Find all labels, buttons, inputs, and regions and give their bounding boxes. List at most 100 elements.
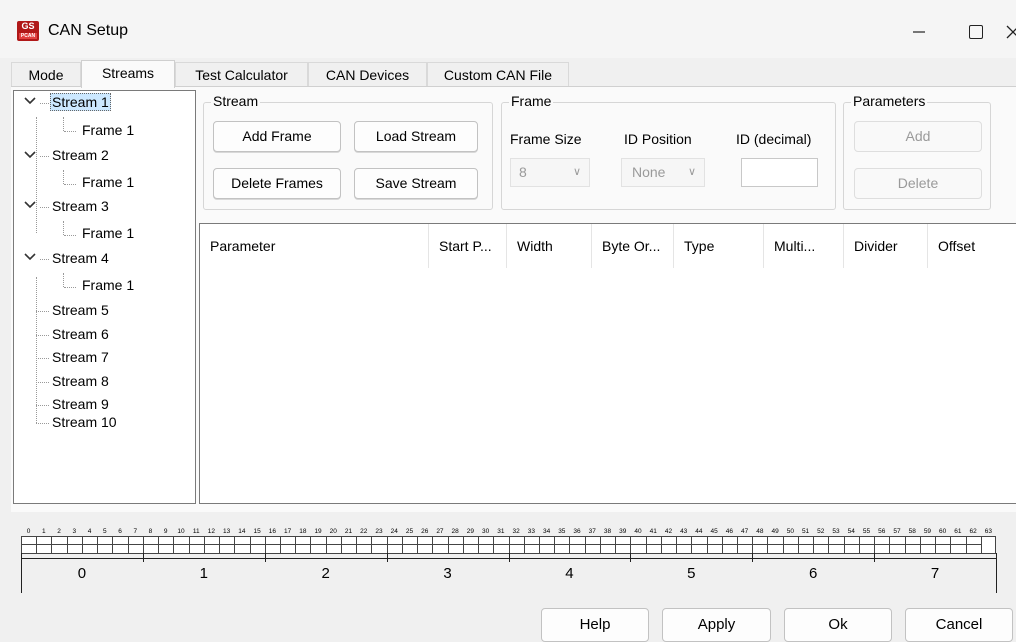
column-header-byte-order[interactable]: Byte Or...: [592, 224, 674, 268]
bit-cell: [783, 537, 799, 553]
tab-mode[interactable]: Mode: [11, 62, 81, 87]
tree-item-frame[interactable]: Frame 1: [80, 224, 136, 243]
column-header-width[interactable]: Width: [507, 224, 592, 268]
tree-item-stream[interactable]: Stream 6: [50, 325, 111, 344]
bit-cell: [738, 537, 754, 553]
tree-item-frame[interactable]: Frame 1: [80, 276, 136, 295]
tab-can-devices[interactable]: CAN Devices: [308, 62, 427, 87]
byte-label: 6: [809, 565, 818, 582]
byte-tick: [21, 553, 22, 593]
bit-cell: [67, 537, 83, 553]
bit-label: 36: [573, 528, 581, 535]
bit-cell: [372, 537, 388, 553]
id-position-label: ID Position: [624, 131, 692, 147]
bit-cell: [677, 537, 693, 553]
bit-label: 41: [649, 528, 657, 535]
help-button[interactable]: Help: [541, 608, 649, 642]
bit-label: 39: [619, 528, 627, 535]
column-header-type[interactable]: Type: [674, 224, 764, 268]
parameter-table[interactable]: Parameter Start P... Width Byte Or... Ty…: [199, 223, 1016, 504]
byte-tick: [752, 553, 754, 562]
app-icon: GS PCAN: [17, 21, 39, 41]
add-parameter-button[interactable]: Add: [854, 121, 982, 152]
add-frame-button[interactable]: Add Frame: [213, 121, 341, 152]
column-header-divider[interactable]: Divider: [844, 224, 928, 268]
parameters-group-label: Parameters: [851, 93, 928, 109]
byte-tick: [996, 553, 997, 593]
close-button[interactable]: [993, 14, 1016, 50]
chevron-down-icon[interactable]: [23, 250, 37, 264]
maximize-icon: [969, 25, 983, 39]
bit-label: 15: [253, 528, 261, 535]
tree-item-label: Stream 10: [52, 414, 117, 430]
tree-item-stream[interactable]: Stream 1: [50, 93, 111, 112]
bit-label: 25: [405, 528, 414, 535]
frame-size-select[interactable]: 8 ∨: [510, 158, 590, 187]
tree-item-stream[interactable]: Stream 4: [50, 249, 111, 268]
minimize-button[interactable]: [896, 14, 942, 50]
bit-label: 14: [238, 528, 246, 535]
byte-label: 4: [565, 565, 574, 582]
column-header-parameter[interactable]: Parameter: [200, 224, 429, 268]
bit-label: 46: [725, 528, 733, 535]
column-header-offset[interactable]: Offset: [928, 224, 1016, 268]
bit-cell: [494, 537, 510, 553]
bit-strip: [21, 536, 996, 554]
tab-custom-can-file[interactable]: Custom CAN File: [427, 62, 569, 87]
bit-cell: [722, 537, 739, 553]
tree-item-stream[interactable]: Stream 8: [50, 372, 111, 391]
tree-item-stream[interactable]: Stream 9: [50, 395, 111, 414]
tree-item-stream[interactable]: Stream 3: [50, 197, 111, 216]
delete-parameter-button[interactable]: Delete: [854, 168, 982, 199]
column-header-multiplier[interactable]: Multi...: [764, 224, 844, 268]
tree-item-stream[interactable]: Stream 2: [50, 146, 111, 165]
tree-line: [63, 170, 64, 184]
bit-cell: [98, 537, 114, 553]
bit-label: 23: [375, 528, 383, 535]
ok-button[interactable]: Ok: [784, 608, 892, 642]
bit-cell: [204, 537, 221, 553]
apply-button[interactable]: Apply: [662, 608, 771, 642]
tab-streams[interactable]: Streams: [81, 60, 175, 88]
bit-label: 62: [969, 528, 977, 535]
stream-tree[interactable]: Stream 1 Frame 1 Stream 2 Frame 1 Stream…: [13, 90, 196, 504]
bit-cell: [113, 537, 129, 553]
bit-cell: [829, 537, 845, 553]
load-stream-button[interactable]: Load Stream: [354, 121, 478, 152]
bit-cell: [159, 537, 175, 553]
bit-cell: [966, 537, 982, 553]
id-decimal-input[interactable]: [741, 158, 818, 187]
bit-label: 2: [57, 528, 61, 535]
id-position-select[interactable]: None ∨: [621, 158, 705, 187]
bit-cell: [753, 537, 769, 553]
bit-cell: [524, 537, 540, 553]
tree-item-label: Stream 1: [50, 93, 111, 111]
tree-item-stream[interactable]: Stream 10: [50, 413, 119, 432]
tree-item-stream[interactable]: Stream 7: [50, 348, 111, 367]
delete-frames-button[interactable]: Delete Frames: [213, 168, 341, 199]
tree-item-stream[interactable]: Stream 5: [50, 301, 111, 320]
tree-item-frame[interactable]: Frame 1: [80, 173, 136, 192]
chevron-down-icon[interactable]: [23, 94, 37, 108]
bit-label: 49: [771, 528, 779, 535]
chevron-down-icon[interactable]: [23, 148, 37, 162]
tree-line: [63, 117, 64, 131]
column-header-start-position[interactable]: Start P...: [429, 224, 507, 268]
tree-item-frame[interactable]: Frame 1: [80, 121, 136, 140]
tab-test-calculator[interactable]: Test Calculator: [175, 62, 308, 87]
bit-cell: [220, 537, 236, 553]
tree-line: [40, 103, 49, 104]
tree-item-label: Frame 1: [82, 122, 135, 138]
tree-item-label: Stream 9: [52, 396, 109, 412]
byte-tick: [264, 553, 266, 562]
save-stream-button[interactable]: Save Stream: [354, 168, 478, 199]
bit-label: 57: [893, 528, 901, 535]
chevron-down-icon[interactable]: [23, 198, 37, 212]
byte-tick: [630, 553, 632, 562]
bit-label: 47: [741, 528, 749, 535]
bit-label: 30: [482, 528, 490, 535]
bit-cell: [936, 537, 952, 553]
cancel-button[interactable]: Cancel: [905, 608, 1013, 642]
bit-label: 16: [268, 528, 276, 535]
bit-label: 18: [299, 528, 307, 535]
